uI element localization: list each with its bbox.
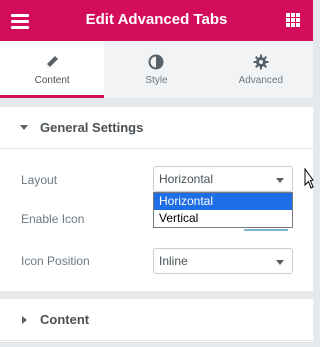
pencil-icon bbox=[46, 56, 59, 68]
chevron-down-icon bbox=[276, 178, 284, 183]
content-section-title: Content bbox=[40, 312, 90, 327]
content-section: Content bbox=[0, 299, 313, 342]
icon-position-label: Icon Position bbox=[21, 254, 90, 268]
layout-dropdown-list: Horizontal Vertical bbox=[153, 192, 293, 228]
icon-position-value: Inline bbox=[159, 254, 188, 268]
general-settings-header[interactable]: General Settings bbox=[0, 107, 313, 149]
gear-icon bbox=[253, 54, 269, 70]
layout-select[interactable]: Horizontal bbox=[153, 166, 293, 192]
layout-option-vertical[interactable]: Vertical bbox=[154, 210, 292, 227]
tab-style-label: Style bbox=[145, 75, 168, 86]
tab-style[interactable]: Style bbox=[104, 41, 209, 98]
tab-content-label: Content bbox=[34, 75, 70, 86]
content-section-header[interactable]: Content bbox=[0, 299, 313, 341]
tab-advanced-label: Advanced bbox=[238, 75, 284, 86]
layout-option-horizontal[interactable]: Horizontal bbox=[154, 193, 292, 210]
enable-icon-toggle[interactable] bbox=[244, 229, 288, 231]
layout-label: Layout bbox=[21, 173, 58, 187]
panel-title: Edit Advanced Tabs bbox=[85, 11, 228, 28]
layout-select-value: Horizontal bbox=[159, 172, 214, 186]
tab-advanced[interactable]: Advanced bbox=[208, 41, 313, 98]
section-title: General Settings bbox=[40, 120, 144, 135]
chevron-down-icon bbox=[276, 260, 284, 265]
caret-down-icon bbox=[20, 125, 28, 130]
half-circle-icon bbox=[148, 54, 164, 70]
grid-icon[interactable] bbox=[286, 13, 300, 27]
editor-header: Edit Advanced Tabs bbox=[0, 0, 313, 41]
icon-position-select[interactable]: Inline bbox=[153, 248, 293, 274]
tab-content[interactable]: Content bbox=[0, 41, 105, 98]
panel-tabs: Content Style Advanced bbox=[0, 41, 313, 98]
mouse-cursor-icon bbox=[304, 168, 314, 189]
enable-icon-label: Enable Icon bbox=[21, 212, 85, 226]
caret-right-icon bbox=[22, 316, 27, 324]
